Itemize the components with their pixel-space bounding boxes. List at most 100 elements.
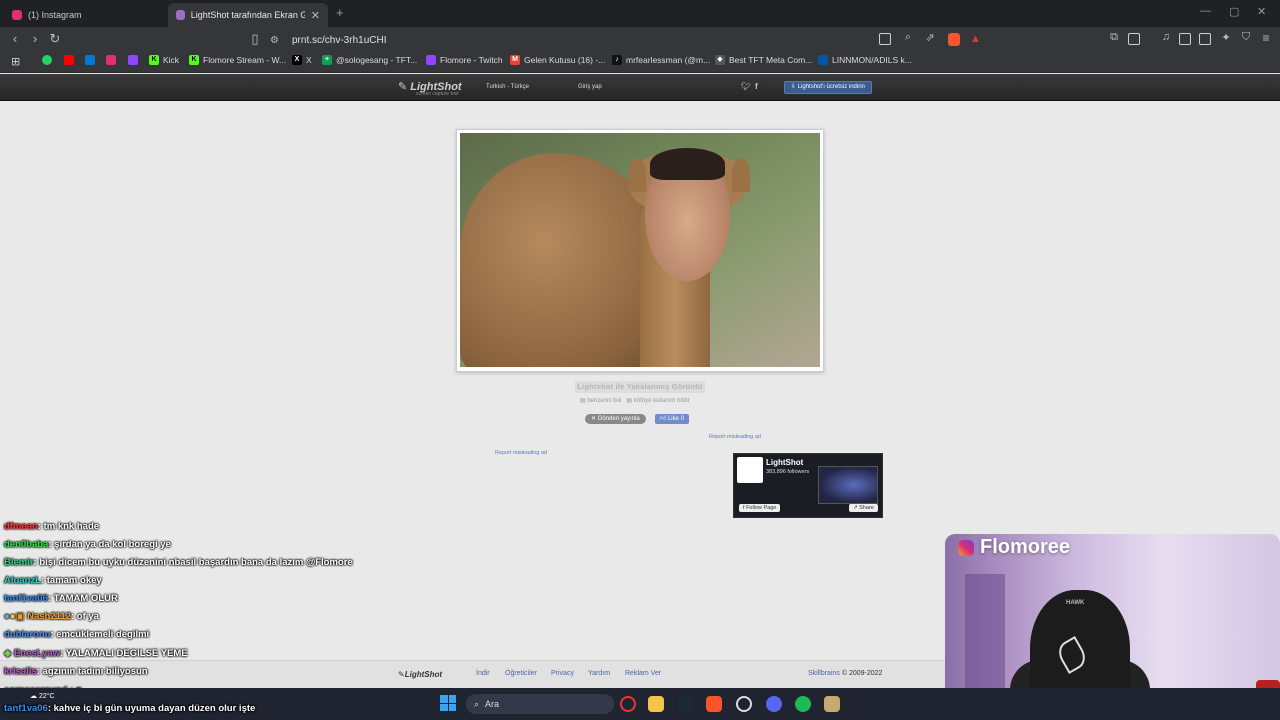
- weather-icon: ☁: [30, 693, 39, 700]
- app-icon[interactable]: [736, 696, 752, 712]
- chat-text: : emcüklemeli degilmi: [50, 629, 150, 640]
- report-abuse-label: kötüye kullanım bildir: [633, 398, 690, 404]
- bookmark-flomore-twitch[interactable]: Flomore - Twitch: [426, 55, 503, 65]
- chat-message: dublaronu: emcüklemeli degilmi: [4, 629, 444, 643]
- image-caption: Lightshot ile Yakalanmış Görüntü: [575, 381, 705, 393]
- file-explorer-icon[interactable]: [648, 696, 664, 712]
- taskbar-search[interactable]: ⌕ Ara: [466, 694, 614, 714]
- screenshot-icon[interactable]: [1128, 33, 1140, 45]
- brave-shield-icon[interactable]: [948, 33, 960, 46]
- lightshot-logo[interactable]: ✎ LightShot screen capture tool: [398, 80, 462, 97]
- cast-icon[interactable]: [879, 33, 891, 45]
- bookmark-kick[interactable]: K Kick: [149, 55, 179, 65]
- chat-message: tanf1va06: kahve iç bi gün uyuma dayan d…: [4, 703, 444, 717]
- twitter-icon[interactable]: 🐦︎: [741, 82, 751, 91]
- music-icon[interactable]: ♫: [1158, 31, 1174, 43]
- tweet-button[interactable]: ✕ Gönderi yayınla: [585, 414, 646, 424]
- discord-icon[interactable]: [766, 696, 782, 712]
- sidebar-icon[interactable]: [1179, 33, 1191, 45]
- tab-title: LightShot tarafından Ekran Görü: [190, 10, 305, 20]
- chat-text: : tm knk hade: [37, 521, 100, 532]
- extensions-icon[interactable]: ⧉: [1106, 31, 1122, 44]
- lightshot-icon: [176, 10, 185, 20]
- reload-icon[interactable]: ↻: [47, 31, 63, 47]
- brave-icon[interactable]: [706, 696, 722, 712]
- follow-page-button[interactable]: f Follow Page: [739, 504, 781, 512]
- footer-brand-link[interactable]: Skillbrains: [808, 670, 840, 677]
- download-label: Lightshot'ı ücretsiz indirin: [797, 84, 865, 90]
- chat-text: : bişi dicem bu uyku düzenini nbasil baş…: [33, 557, 353, 568]
- language-selector[interactable]: Turkish - Türkçe: [486, 84, 529, 90]
- chat-username: Blemir: [4, 557, 34, 568]
- bookmark-label: Flomore Stream - W...: [203, 55, 287, 65]
- weather-widget[interactable]: ☁ 22°C: [30, 692, 55, 700]
- instagram-icon: [106, 55, 116, 65]
- tab-instagram[interactable]: (1) Instagram: [4, 3, 166, 27]
- chat-text: : agzının tadını biliyosun: [36, 666, 148, 677]
- kick-icon: K: [149, 55, 159, 65]
- thumbs-up-icon: 👍︎: [660, 416, 668, 422]
- bookmark-instagram[interactable]: [106, 55, 116, 65]
- menu-icon[interactable]: ≡: [1258, 31, 1274, 45]
- start-pane: [440, 695, 448, 703]
- report-ad-link[interactable]: Report misleading ad: [709, 434, 761, 440]
- windows-start-icon[interactable]: [440, 695, 456, 711]
- bookmark-flomore-stream[interactable]: K Flomore Stream - W...: [189, 55, 286, 65]
- bookmark-label: Flomore - Twitch: [440, 55, 503, 65]
- facebook-page-widget[interactable]: LightShot 383,896 followers f Follow Pag…: [733, 453, 883, 518]
- screenshot-image[interactable]: [460, 133, 820, 367]
- share-button[interactable]: ↗ Share: [849, 504, 878, 512]
- spotify-icon[interactable]: [795, 696, 811, 712]
- bookmark-tiktok[interactable]: ♪ mrfearlessman (@m...: [612, 55, 710, 65]
- sheets-icon: +: [322, 55, 332, 65]
- bookmark-outlook[interactable]: [85, 55, 95, 65]
- forward-icon[interactable]: ›: [27, 31, 43, 46]
- bookmark-tft-meta[interactable]: ◆ Best TFT Meta Com...: [715, 55, 812, 65]
- bookmark-youtube[interactable]: [64, 55, 74, 65]
- league-client-icon[interactable]: [824, 696, 840, 712]
- chat-text: : YALAMALI DEGILSE YEME: [60, 648, 188, 659]
- search-icon: ⌕: [474, 698, 480, 709]
- new-tab-button[interactable]: +: [336, 5, 344, 20]
- bookmark-twitch[interactable]: [128, 55, 138, 65]
- site-info-icon[interactable]: ⚙: [270, 35, 280, 46]
- diamond-badge-icon: ◆: [4, 648, 12, 659]
- like-button[interactable]: 👍︎ Like 0: [655, 414, 689, 424]
- wallet-icon[interactable]: [1199, 33, 1211, 45]
- zoom-icon[interactable]: ⌕: [900, 31, 916, 44]
- chat-username: krisalis: [4, 666, 37, 677]
- opera-icon[interactable]: [620, 696, 636, 712]
- download-button[interactable]: ⇩ Lightshot'ı ücretsiz indirin: [784, 81, 872, 94]
- bookmark-ikea[interactable]: LINNMON/ADILS k...: [818, 55, 912, 65]
- leo-ai-icon[interactable]: ✦: [1218, 31, 1234, 44]
- minimize-icon[interactable]: —: [1200, 5, 1211, 17]
- like-label: Like 0: [667, 416, 684, 422]
- maximize-icon[interactable]: ▢: [1229, 5, 1239, 18]
- report-ad-link[interactable]: Report misleading ad: [495, 450, 547, 456]
- footer-link-help[interactable]: Yardım: [588, 670, 610, 677]
- ikea-icon: [818, 55, 828, 65]
- follow-label: Follow Page: [746, 505, 777, 511]
- footer-link-download[interactable]: İndir: [476, 670, 490, 677]
- vpn-icon[interactable]: ⛉: [1238, 31, 1254, 44]
- similar-link[interactable]: ▤ benzerini bul: [580, 398, 621, 404]
- bookmark-gmail[interactable]: M Gelen Kutusu (16) -...: [510, 55, 605, 65]
- report-abuse-link[interactable]: ▤ kötüye kullanım bildir: [626, 398, 689, 404]
- footer-link-tutorials[interactable]: Öğreticiler: [505, 670, 537, 677]
- close-window-icon[interactable]: ✕: [1257, 5, 1266, 18]
- bookmark-x[interactable]: XX: [292, 55, 312, 65]
- share-icon[interactable]: ⇗: [922, 31, 938, 44]
- footer-link-advertise[interactable]: Reklam Ver: [625, 670, 661, 677]
- close-icon[interactable]: ✕: [311, 9, 320, 22]
- back-icon[interactable]: ‹: [7, 31, 23, 46]
- bookmark-sologesang[interactable]: + @sologesang - TFT...: [322, 55, 417, 65]
- apps-icon[interactable]: ⊞: [11, 55, 20, 68]
- login-link[interactable]: Giriş yap: [578, 84, 602, 90]
- facebook-icon[interactable]: f: [755, 82, 758, 91]
- steam-icon[interactable]: [677, 696, 693, 712]
- bookmark-icon[interactable]: ▯: [247, 31, 263, 47]
- bookmark-whatsapp[interactable]: [42, 55, 52, 65]
- tab-lightshot[interactable]: LightShot tarafından Ekran Görü ✕: [168, 3, 328, 27]
- rewards-icon[interactable]: ▲: [970, 33, 981, 45]
- footer-link-privacy[interactable]: Privacy: [551, 670, 574, 677]
